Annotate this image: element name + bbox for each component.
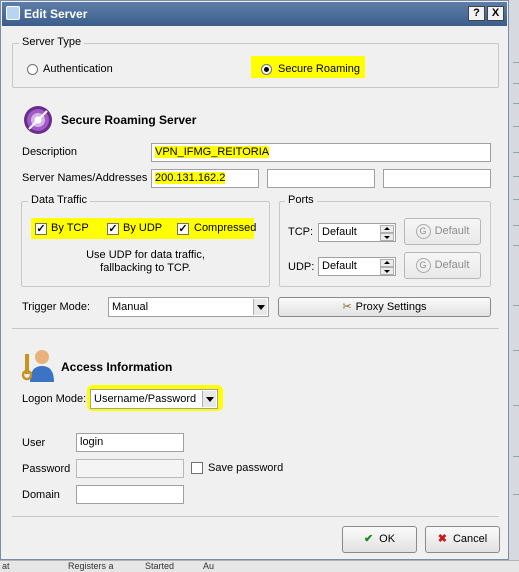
udp-default-label: Default [434, 259, 470, 271]
tools-icon: ✂ [342, 301, 352, 313]
logon-mode-dropdown[interactable]: Username/Password [90, 389, 218, 409]
password-input[interactable] [76, 459, 184, 478]
background-window-edge [509, 0, 519, 571]
cancel-label: Cancel [452, 533, 488, 545]
secure-roaming-icon [22, 104, 54, 136]
tcp-port-spinner[interactable] [380, 225, 394, 241]
tcp-default-label: Default [434, 225, 470, 237]
close-button[interactable]: X [487, 6, 504, 21]
secure-roaming-label[interactable]: Secure Roaming [278, 63, 360, 75]
background-text: at [2, 561, 10, 571]
window-title: Edit Server [24, 7, 88, 21]
logon-mode-label: Logon Mode: [22, 393, 87, 405]
logon-mode-value: Username/Password [94, 393, 197, 405]
ok-button[interactable]: ✔ OK [342, 526, 417, 553]
checkmark-icon: ✔ [363, 533, 374, 545]
cancel-button[interactable]: ✖ Cancel [425, 526, 500, 553]
secure-roaming-radio[interactable] [261, 64, 272, 75]
password-label: Password [22, 463, 71, 475]
background-text: Registers a [68, 561, 114, 571]
domain-label: Domain [22, 489, 60, 501]
ports-label: Ports [285, 194, 317, 206]
description-label: Description [22, 146, 78, 158]
proxy-settings-label: Proxy Settings [355, 301, 427, 313]
proxy-settings-button[interactable]: ✂ Proxy Settings [278, 297, 491, 317]
separator [12, 516, 499, 517]
user-label: User [22, 437, 46, 449]
user-value: login [80, 436, 104, 448]
compressed-checkbox[interactable]: ✓ [177, 223, 189, 235]
title-bar[interactable]: Edit Server ? X [2, 2, 507, 26]
description-value: VPN_IFMG_REITORIA [155, 146, 270, 158]
trigger-mode-label: Trigger Mode: [22, 301, 91, 313]
description-input[interactable]: VPN_IFMG_REITORIA [151, 143, 491, 162]
server-type-label: Server Type [19, 36, 85, 48]
compressed-label[interactable]: Compressed [194, 222, 256, 234]
trigger-mode-dropdown[interactable]: Manual [108, 297, 269, 317]
by-udp-checkbox[interactable]: ✓ [107, 223, 119, 235]
by-tcp-label[interactable]: By TCP [51, 222, 89, 234]
udp-default-button[interactable]: G Default [404, 252, 481, 279]
trigger-mode-value: Manual [112, 301, 149, 313]
udp-port-spinner[interactable] [380, 259, 394, 275]
udp-port-input[interactable]: Default [318, 257, 396, 276]
data-traffic-label: Data Traffic [28, 194, 91, 206]
tcp-port-input[interactable]: Default [318, 223, 396, 242]
server-address-input-1[interactable]: 200.131.162.2 [151, 169, 259, 188]
save-password-label[interactable]: Save password [208, 462, 283, 474]
secure-roaming-heading: Secure Roaming Server [61, 113, 197, 127]
server-address-input-2[interactable] [267, 169, 375, 188]
access-information-heading: Access Information [61, 360, 173, 374]
background-text: Started [145, 561, 175, 571]
domain-input[interactable] [76, 485, 184, 504]
user-input[interactable]: login [76, 433, 184, 452]
authentication-label[interactable]: Authentication [43, 63, 113, 75]
user-key-icon [21, 348, 56, 382]
ok-label: OK [379, 533, 396, 545]
tcp-port-value: Default [322, 226, 357, 238]
tcp-port-label: TCP: [288, 226, 314, 238]
chevron-down-icon[interactable] [253, 299, 267, 315]
udp-port-label: UDP: [288, 261, 315, 273]
cross-icon: ✖ [437, 533, 447, 545]
edit-server-dialog: Edit Server ? X Server Type Authenticati… [0, 0, 509, 560]
save-password-checkbox[interactable] [191, 462, 203, 474]
refresh-icon: G [415, 223, 431, 239]
server-names-label: Server Names/Addresses [22, 172, 148, 184]
separator [12, 328, 499, 329]
app-icon [6, 6, 20, 20]
data-traffic-note: Use UDP for data traffic, fallbacking to… [86, 249, 205, 274]
help-button[interactable]: ? [468, 6, 485, 21]
background-list-row: at Registers a Started Au [0, 560, 519, 572]
authentication-radio[interactable] [27, 64, 38, 75]
background-text: Au [203, 561, 215, 571]
by-udp-label[interactable]: By UDP [123, 222, 162, 234]
chevron-down-icon[interactable] [202, 391, 216, 407]
by-tcp-checkbox[interactable]: ✓ [35, 223, 47, 235]
tcp-default-button[interactable]: G Default [404, 218, 481, 245]
server-address-input-3[interactable] [383, 169, 491, 188]
refresh-icon: G [415, 257, 431, 273]
udp-port-value: Default [322, 260, 357, 272]
server-address-value: 200.131.162.2 [155, 172, 226, 184]
